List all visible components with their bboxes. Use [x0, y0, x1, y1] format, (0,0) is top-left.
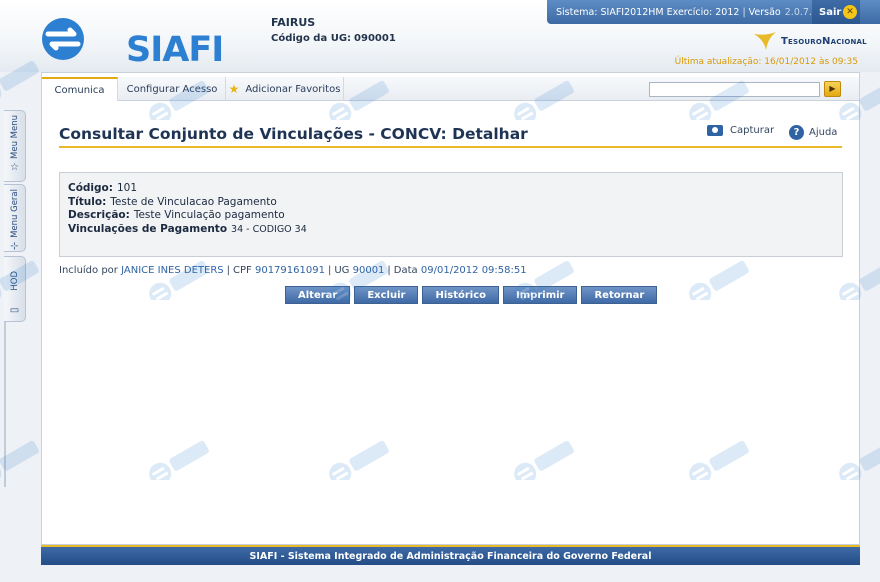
field-value: 34 - CODIGO 34 — [231, 223, 307, 235]
chevron-right-icon: ▶ — [829, 84, 836, 93]
help-icon: ? — [789, 125, 804, 140]
field-descricao: Descrição: Teste Vinculação pagamento — [68, 209, 842, 223]
tab-label: Configurar Acesso — [126, 83, 218, 95]
last-update: Última atualização: 16/01/2012 às 09:35 — [674, 57, 858, 67]
side-tab-hod[interactable]: HOD ▭ — [4, 256, 26, 322]
ug-code: Código da UG: 090001 — [271, 33, 396, 44]
star-icon: ★ — [228, 82, 240, 96]
main-panel: Comunica Configurar Acesso ★ Adicionar F… — [41, 72, 860, 545]
audit-info: Incluído por JANICE INES DETERS | CPF 9017… — [59, 265, 527, 276]
side-tab-label: Meu Menu — [9, 115, 20, 159]
field-label: Descrição: — [68, 209, 130, 221]
version-label: Versão — [748, 6, 781, 18]
excluir-button[interactable]: Excluir — [354, 286, 419, 304]
audit-label: Data — [393, 265, 418, 276]
audit-cpf: 90179161091 — [254, 265, 325, 276]
search-go-button[interactable]: ▶ — [824, 81, 841, 97]
tree-icon: ⊹ — [10, 240, 19, 252]
field-label: Vinculações de Pagamento — [68, 222, 228, 235]
field-vinculacoes: Vinculações de Pagamento 34 - CODIGO 34 — [68, 223, 842, 237]
field-value: 101 — [116, 182, 138, 194]
alterar-button[interactable]: Alterar — [285, 286, 351, 304]
tab-adicionar-favoritos[interactable]: ★ Adicionar Favoritos — [226, 77, 344, 101]
monitor-icon: ▭ — [9, 304, 20, 316]
toolbar: Comunica Configurar Acesso ★ Adicionar F… — [42, 77, 859, 101]
detail-box: Código: 101 Título: Teste de Vinculacao Pa… — [59, 172, 843, 257]
audit-label: UG — [334, 265, 350, 276]
search-input[interactable] — [649, 82, 820, 97]
help-label: Ajuda — [809, 127, 838, 138]
capture-link[interactable]: Capturar — [707, 125, 774, 136]
field-label: Título: — [68, 195, 107, 208]
field-titulo: Título: Teste de Vinculacao Pagamento — [68, 196, 842, 210]
audit-date: 09/01/2012 09:58:51 — [420, 265, 527, 276]
user-name: FAIRUS — [271, 16, 316, 29]
footer: SIAFI - Sistema Integrado de Administraç… — [41, 545, 860, 565]
action-buttons: Alterar Excluir Histórico Imprimir Retor… — [285, 286, 658, 304]
capture-label: Capturar — [730, 125, 775, 136]
side-tab-meu-menu[interactable]: Meu Menu ☆ — [4, 110, 26, 182]
audit-user: JANICE INES DETERS — [121, 265, 224, 276]
retornar-button[interactable]: Retornar — [581, 286, 658, 304]
tab-configurar-acesso[interactable]: Configurar Acesso — [119, 77, 226, 101]
field-value: Teste de Vinculacao Pagamento — [110, 195, 277, 208]
logout-label: Sair — [819, 6, 842, 18]
title-divider — [59, 146, 842, 148]
system-info: Sistema: SIAFI2012HM Exercício: 2012 — [556, 6, 740, 18]
audit-label: CPF — [233, 265, 252, 276]
ug-code-label: Código da UG: — [271, 33, 352, 44]
audit-ug: 90001 — [352, 265, 385, 276]
siafi-logo-text: SIAFI — [126, 30, 224, 70]
imprimir-button[interactable]: Imprimir — [503, 286, 578, 304]
page-title: Consultar Conjunto de Vinculações - CONC… — [59, 125, 528, 143]
side-tab-label: Menu Geral — [9, 189, 20, 238]
camera-icon — [707, 125, 723, 136]
side-tab-label: HOD — [9, 271, 20, 291]
tesouro-logo: TesouroNacional — [752, 29, 867, 53]
siafi-logo-icon — [42, 18, 84, 60]
tab-label: Adicionar Favoritos — [245, 83, 341, 95]
tab-comunica[interactable]: Comunica — [42, 77, 118, 101]
side-tab-menu-geral[interactable]: Menu Geral ⊹ — [4, 184, 26, 252]
app-header: SIAFI FAIRUS Código da UG: 090001 Sistema… — [0, 0, 880, 72]
field-codigo: Código: 101 — [68, 182, 842, 196]
field-label: Código: — [68, 182, 113, 194]
siafi-logo: SIAFI — [40, 16, 224, 70]
help-link[interactable]: ? Ajuda — [789, 125, 837, 140]
tab-label: Comunica — [54, 84, 105, 96]
side-divider — [4, 322, 6, 487]
audit-label: Incluído por — [59, 265, 118, 276]
footer-text: SIAFI - Sistema Integrado de Administraç… — [249, 550, 652, 562]
tesouro-brand: TesouroNacional — [781, 35, 867, 47]
star-icon: ☆ — [10, 162, 19, 173]
historico-button[interactable]: Histórico — [422, 286, 500, 304]
field-value: Teste Vinculação pagamento — [133, 209, 285, 221]
tesouro-star-icon — [754, 32, 776, 50]
close-icon[interactable]: ✕ — [843, 5, 857, 19]
ug-code-value: 090001 — [354, 33, 396, 44]
